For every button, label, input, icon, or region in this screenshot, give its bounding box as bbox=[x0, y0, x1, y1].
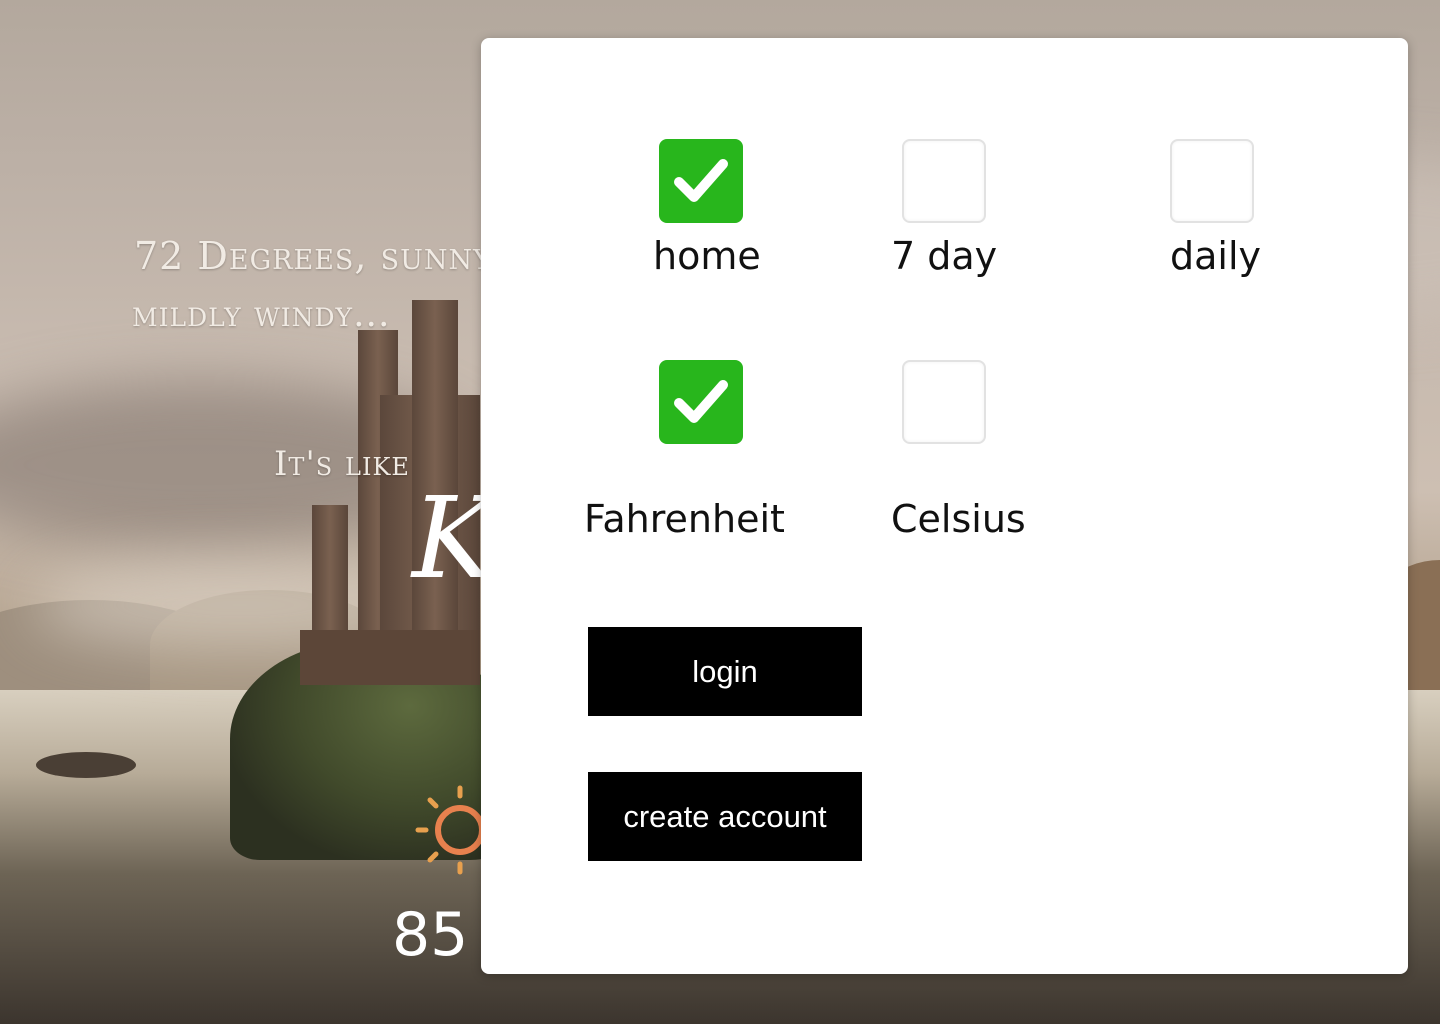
daily-checkbox[interactable] bbox=[1170, 139, 1254, 223]
daily-label: daily bbox=[1170, 234, 1262, 278]
home-checkbox[interactable] bbox=[659, 139, 743, 223]
login-button[interactable]: login bbox=[588, 627, 862, 716]
weather-summary-line-1: 72 Degrees, sunny bbox=[134, 234, 492, 278]
rock bbox=[36, 752, 136, 778]
fahrenheit-label: Fahrenheit bbox=[584, 497, 785, 541]
castle-base bbox=[300, 630, 480, 685]
home-label: home bbox=[653, 234, 761, 278]
celsius-label: Celsius bbox=[891, 497, 1026, 541]
weather-summary-line-2: mildly windy... bbox=[132, 294, 391, 335]
seven-day-label: 7 day bbox=[891, 234, 998, 278]
comparison-intro: It's like bbox=[274, 444, 410, 484]
temperature-value: 85 bbox=[392, 900, 469, 970]
checkmark-icon bbox=[674, 380, 728, 423]
create-account-button[interactable]: create account bbox=[588, 772, 862, 861]
fahrenheit-checkbox[interactable] bbox=[659, 360, 743, 444]
celsius-checkbox[interactable] bbox=[902, 360, 986, 444]
checkmark-icon bbox=[674, 159, 728, 202]
settings-panel: home 7 day daily Fahrenheit Celsius logi… bbox=[481, 38, 1408, 974]
seven-day-checkbox[interactable] bbox=[902, 139, 986, 223]
